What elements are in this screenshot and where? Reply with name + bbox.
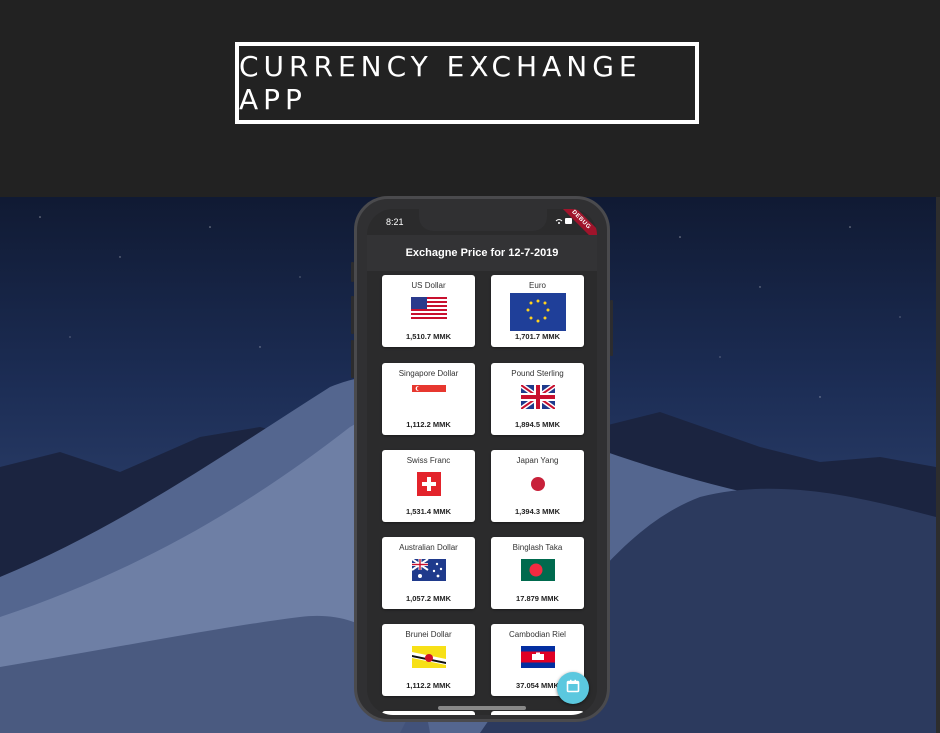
status-time: 8:21 bbox=[386, 217, 404, 227]
phone-power-button bbox=[610, 300, 613, 356]
currency-price: 1,531.4 MMK bbox=[405, 507, 452, 516]
currency-name: Binglash Taka bbox=[512, 543, 563, 552]
currency-name: Brunei Dollar bbox=[405, 630, 452, 639]
currency-card-aud[interactable]: Australian Dollar 1,057.2 MMK bbox=[382, 537, 475, 609]
currency-card-usd[interactable]: US Dollar 1,510.7 MMK bbox=[382, 275, 475, 347]
currency-name: US Dollar bbox=[411, 281, 446, 290]
currency-card-chf[interactable]: Swiss Franc 1,531.4 MMK bbox=[382, 450, 475, 522]
currency-price: 1,112.2 MMK bbox=[406, 681, 451, 690]
currency-card-sgd[interactable]: Singapore Dollar 1,112.2 MMK bbox=[382, 363, 475, 435]
uk-flag-icon bbox=[519, 382, 556, 414]
currency-price: 1,394.3 MMK bbox=[514, 507, 561, 516]
currency-name: Swiss Franc bbox=[406, 456, 451, 465]
bn-flag-icon bbox=[411, 646, 446, 673]
wifi-icon bbox=[555, 217, 573, 227]
jp-flag-icon bbox=[520, 472, 555, 501]
header-banner: CURRENCY EXCHANGE APP bbox=[0, 0, 940, 197]
currency-price: 1,701.7 MMK bbox=[514, 332, 561, 341]
currency-card-jpy[interactable]: Japan Yang 1,394.3 MMK bbox=[491, 450, 584, 522]
phone-notch bbox=[419, 209, 547, 231]
currency-card-bdt[interactable]: Binglash Taka 17.879 MMK bbox=[491, 537, 584, 609]
date-picker-fab[interactable] bbox=[557, 672, 589, 704]
eu-flag-icon bbox=[509, 293, 566, 336]
home-indicator bbox=[438, 706, 526, 710]
currency-name: Cambodian Riel bbox=[509, 630, 566, 639]
currency-card-bnd[interactable]: Brunei Dollar 1,112.2 MMK bbox=[382, 624, 475, 696]
window-edge bbox=[936, 197, 940, 733]
currency-name: Japan Yang bbox=[516, 456, 559, 465]
currency-name: Pound Sterling bbox=[511, 369, 564, 378]
currency-price: 17.879 MMK bbox=[516, 594, 559, 603]
currency-price: 1,057.2 MMK bbox=[405, 594, 452, 603]
currency-name: Australian Dollar bbox=[399, 543, 458, 552]
phone-mockup: 8:21 DEBUG Exchagne Price for 12-7-2019 … bbox=[354, 196, 610, 722]
currency-name: Singapore Dollar bbox=[398, 369, 459, 378]
kh-flag-icon bbox=[520, 646, 555, 673]
currency-card-gbp[interactable]: Pound Sterling 1,894.5 MMK bbox=[491, 363, 584, 435]
currency-price: 1,894.5 MMK bbox=[514, 420, 561, 429]
page-title: CURRENCY EXCHANGE APP bbox=[235, 42, 699, 124]
bd-flag-icon bbox=[520, 559, 555, 586]
status-bar: 8:21 bbox=[367, 209, 597, 235]
ch-flag-icon bbox=[416, 472, 441, 501]
currency-card-partial[interactable] bbox=[491, 711, 584, 715]
currency-price: 1,510.7 MMK bbox=[405, 332, 452, 341]
sg-flag-icon bbox=[411, 385, 446, 404]
currency-card-partial[interactable] bbox=[382, 711, 475, 715]
phone-screen: 8:21 DEBUG Exchagne Price for 12-7-2019 … bbox=[367, 209, 597, 715]
au-flag-icon bbox=[410, 558, 446, 586]
app-bar-title: Exchagne Price for 12-7-2019 bbox=[367, 235, 597, 271]
us-flag-icon bbox=[410, 297, 447, 326]
currency-card-eur[interactable]: Euro 1,701.7 MMK bbox=[491, 275, 584, 347]
currency-price: 1,112.2 MMK bbox=[406, 420, 451, 429]
currency-name: Euro bbox=[529, 281, 546, 290]
calendar-icon bbox=[566, 679, 580, 698]
